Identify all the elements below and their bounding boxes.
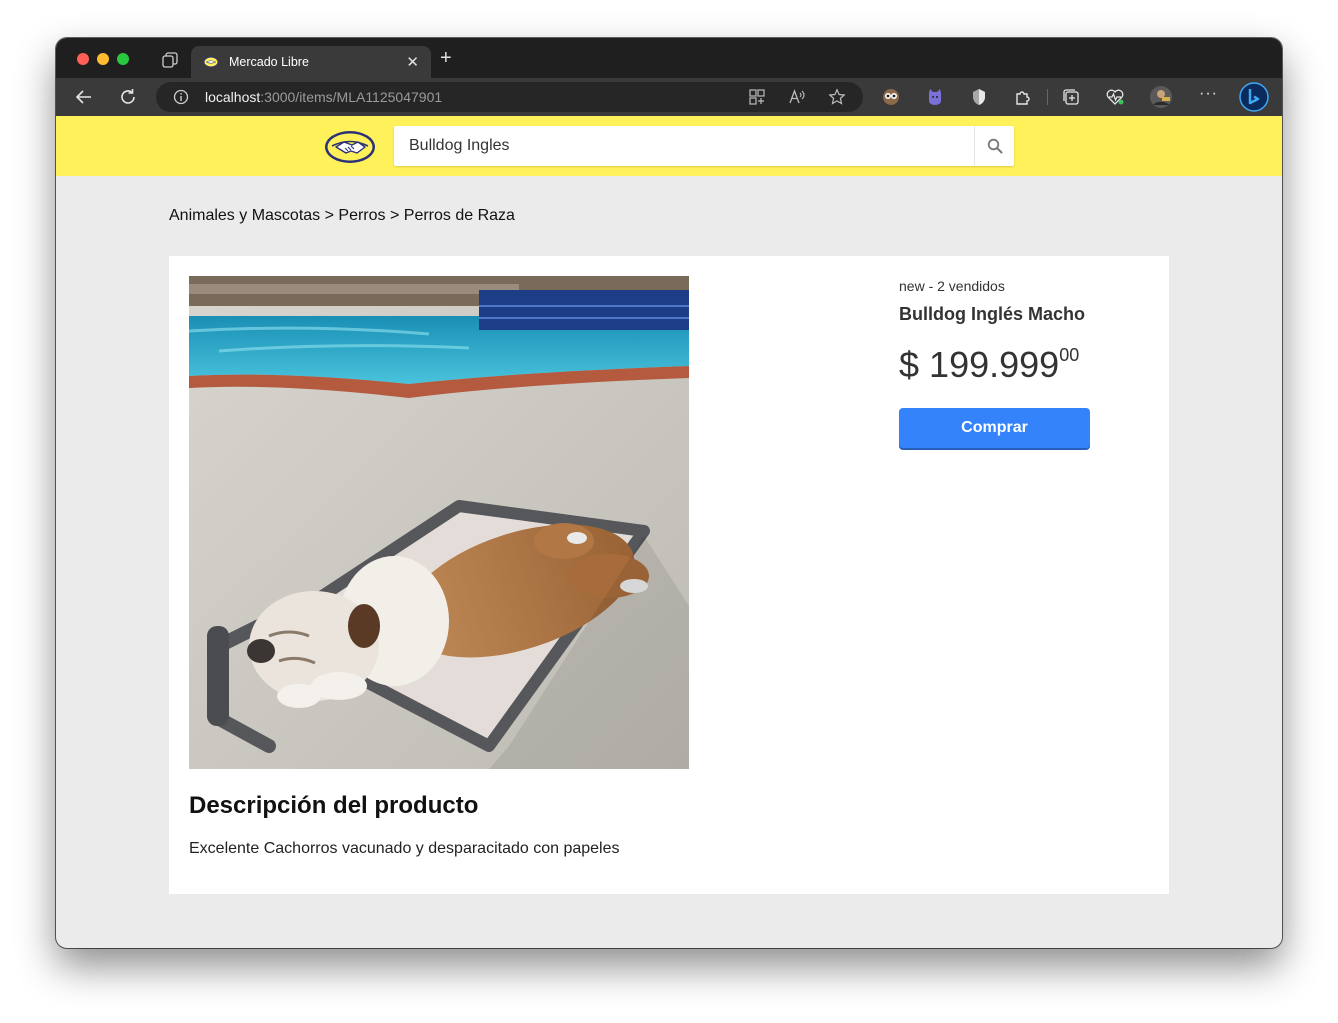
cat-extension-icon[interactable] [925,87,945,107]
price-currency: $ [899,344,920,385]
collections-icon[interactable] [1061,87,1081,107]
close-tab-icon[interactable]: ✕ [406,53,419,71]
maximize-window-button[interactable] [117,53,129,65]
new-tab-icon[interactable]: + [440,48,452,68]
url-host: localhost [205,89,261,105]
close-window-button[interactable] [77,53,89,65]
site-header [56,116,1282,176]
toolbar-divider [1047,89,1048,105]
bing-icon[interactable] [1239,82,1269,112]
mercadolibre-logo[interactable] [324,129,376,165]
star-icon[interactable] [828,88,846,106]
arrow-left-icon[interactable] [73,86,95,108]
info-icon[interactable] [173,89,189,105]
search-button[interactable] [974,126,1014,166]
owl-extension-icon[interactable] [881,87,901,107]
url-path: :3000/items/MLA1125047901 [260,89,443,105]
product-title: Bulldog Inglés Macho [899,304,1086,324]
browser-toolbar: localhost:3000/items/MLA1125047901 ··· [56,78,1282,116]
breadcrumb-separator: > [320,207,339,224]
breadcrumb-item-animales[interactable]: Animales y Mascotas [169,207,320,224]
description-title: Descripción del producto [189,792,479,819]
shield-extension-icon[interactable] [969,87,989,107]
product-card: new - 2 vendidos Bulldog Inglés Macho $ … [169,256,1169,894]
read-aloud-icon[interactable] [788,88,806,106]
breadcrumb-item-perros-de-raza[interactable]: Perros de Raza [404,207,515,224]
url-text[interactable]: localhost:3000/items/MLA1125047901 [205,89,442,105]
minimize-window-button[interactable] [97,53,109,65]
more-icon[interactable]: ··· [1199,85,1218,103]
workspaces-icon[interactable] [162,52,178,68]
mercadolibre-handshake-icon [203,56,219,68]
breadcrumb: Animales y Mascotas > Perros > Perros de… [169,207,515,225]
search-input[interactable] [394,126,974,166]
buy-button[interactable]: Comprar [899,408,1090,448]
puzzle-icon[interactable] [1013,87,1033,107]
browser-window: Mercado Libre ✕ + localhost:3000/items/M… [56,38,1282,948]
description-text: Excelente Cachorros vacunado y desparaci… [189,840,620,857]
avatar[interactable] [1149,85,1173,109]
heartbeat-icon[interactable] [1105,87,1125,107]
search-box [394,126,1014,166]
apps-icon[interactable] [748,88,766,106]
tab-title: Mercado Libre [229,55,309,69]
breadcrumb-separator: > [385,207,404,224]
tab-bar: Mercado Libre ✕ + [56,38,1282,78]
reload-icon[interactable] [117,86,139,108]
product-price: $ 199.99900 [899,344,1079,386]
price-amount: 199.999 [929,344,1060,385]
search-icon [987,138,1003,154]
address-bar[interactable]: localhost:3000/items/MLA1125047901 [156,82,863,112]
product-image [189,276,689,769]
tab-mercado-libre[interactable]: Mercado Libre ✕ [191,46,431,78]
product-condition: new - 2 vendidos [899,278,1005,294]
breadcrumb-item-perros[interactable]: Perros [338,207,385,224]
price-decimals: 00 [1059,345,1080,365]
